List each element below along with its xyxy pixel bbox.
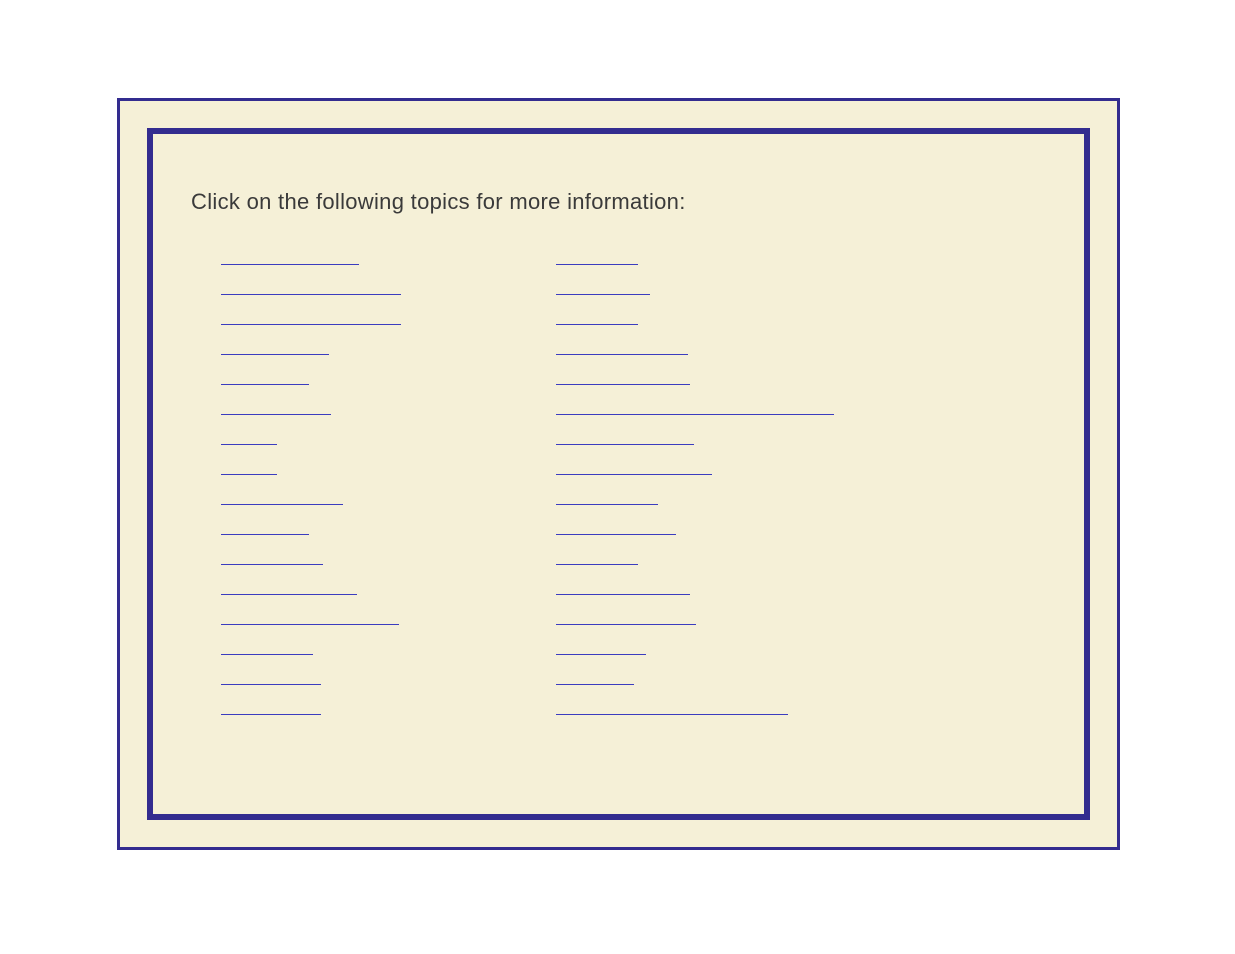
topic-link-underline <box>556 444 694 445</box>
topic-link[interactable] <box>221 307 556 325</box>
topic-link-underline <box>221 564 323 565</box>
topic-link-underline <box>556 654 646 655</box>
topic-link[interactable] <box>221 367 556 385</box>
topic-link-underline <box>221 504 343 505</box>
topic-link[interactable] <box>556 637 891 655</box>
topic-link-underline <box>221 684 321 685</box>
topic-link[interactable] <box>221 607 556 625</box>
topic-link[interactable] <box>556 697 891 715</box>
topic-link[interactable] <box>221 637 556 655</box>
topic-link[interactable] <box>221 277 556 295</box>
topics-columns <box>191 247 1046 715</box>
topic-link[interactable] <box>556 517 891 535</box>
topic-link[interactable] <box>556 577 891 595</box>
inner-frame: Click on the following topics for more i… <box>147 128 1090 820</box>
topic-link-underline <box>221 624 399 625</box>
topic-link[interactable] <box>556 367 891 385</box>
topic-link[interactable] <box>221 487 556 505</box>
topic-link[interactable] <box>221 667 556 685</box>
topic-link[interactable] <box>221 697 556 715</box>
topic-link[interactable] <box>556 247 891 265</box>
topic-link[interactable] <box>556 277 891 295</box>
outer-frame: Click on the following topics for more i… <box>117 98 1120 850</box>
topic-link-underline <box>221 444 277 445</box>
topic-link[interactable] <box>221 547 556 565</box>
topics-right-column <box>556 247 891 715</box>
topic-link-underline <box>221 594 357 595</box>
topic-link[interactable] <box>556 667 891 685</box>
topic-link-underline <box>556 294 650 295</box>
topic-link-underline <box>556 414 834 415</box>
topic-link[interactable] <box>221 517 556 535</box>
topic-link-underline <box>221 264 359 265</box>
topic-link-underline <box>221 414 331 415</box>
topic-link[interactable] <box>556 607 891 625</box>
topic-link-underline <box>221 294 401 295</box>
topic-link-underline <box>556 504 658 505</box>
topic-link-underline <box>556 624 696 625</box>
topic-link[interactable] <box>556 307 891 325</box>
topic-link-underline <box>556 714 788 715</box>
topic-link-underline <box>556 684 634 685</box>
topic-link[interactable] <box>556 397 891 415</box>
topic-link-underline <box>556 564 638 565</box>
topic-link-underline <box>221 714 321 715</box>
topic-link[interactable] <box>221 457 556 475</box>
topic-link[interactable] <box>556 547 891 565</box>
topic-link-underline <box>221 324 401 325</box>
instruction-text: Click on the following topics for more i… <box>191 189 1046 215</box>
topic-link[interactable] <box>556 337 891 355</box>
topic-link[interactable] <box>221 337 556 355</box>
topic-link-underline <box>221 384 309 385</box>
topic-link[interactable] <box>221 247 556 265</box>
topic-link-underline <box>221 534 309 535</box>
topic-link-underline <box>556 264 638 265</box>
topic-link[interactable] <box>221 577 556 595</box>
topic-link-underline <box>221 354 329 355</box>
topic-link[interactable] <box>221 397 556 415</box>
topic-link-underline <box>556 594 690 595</box>
topic-link[interactable] <box>556 427 891 445</box>
topic-link-underline <box>556 354 688 355</box>
topic-link[interactable] <box>221 427 556 445</box>
topic-link[interactable] <box>556 457 891 475</box>
topic-link-underline <box>556 534 676 535</box>
topic-link-underline <box>556 324 638 325</box>
topic-link-underline <box>221 654 313 655</box>
topic-link-underline <box>556 474 712 475</box>
topics-left-column <box>221 247 556 715</box>
topic-link-underline <box>556 384 690 385</box>
topic-link-underline <box>221 474 277 475</box>
topic-link[interactable] <box>556 487 891 505</box>
